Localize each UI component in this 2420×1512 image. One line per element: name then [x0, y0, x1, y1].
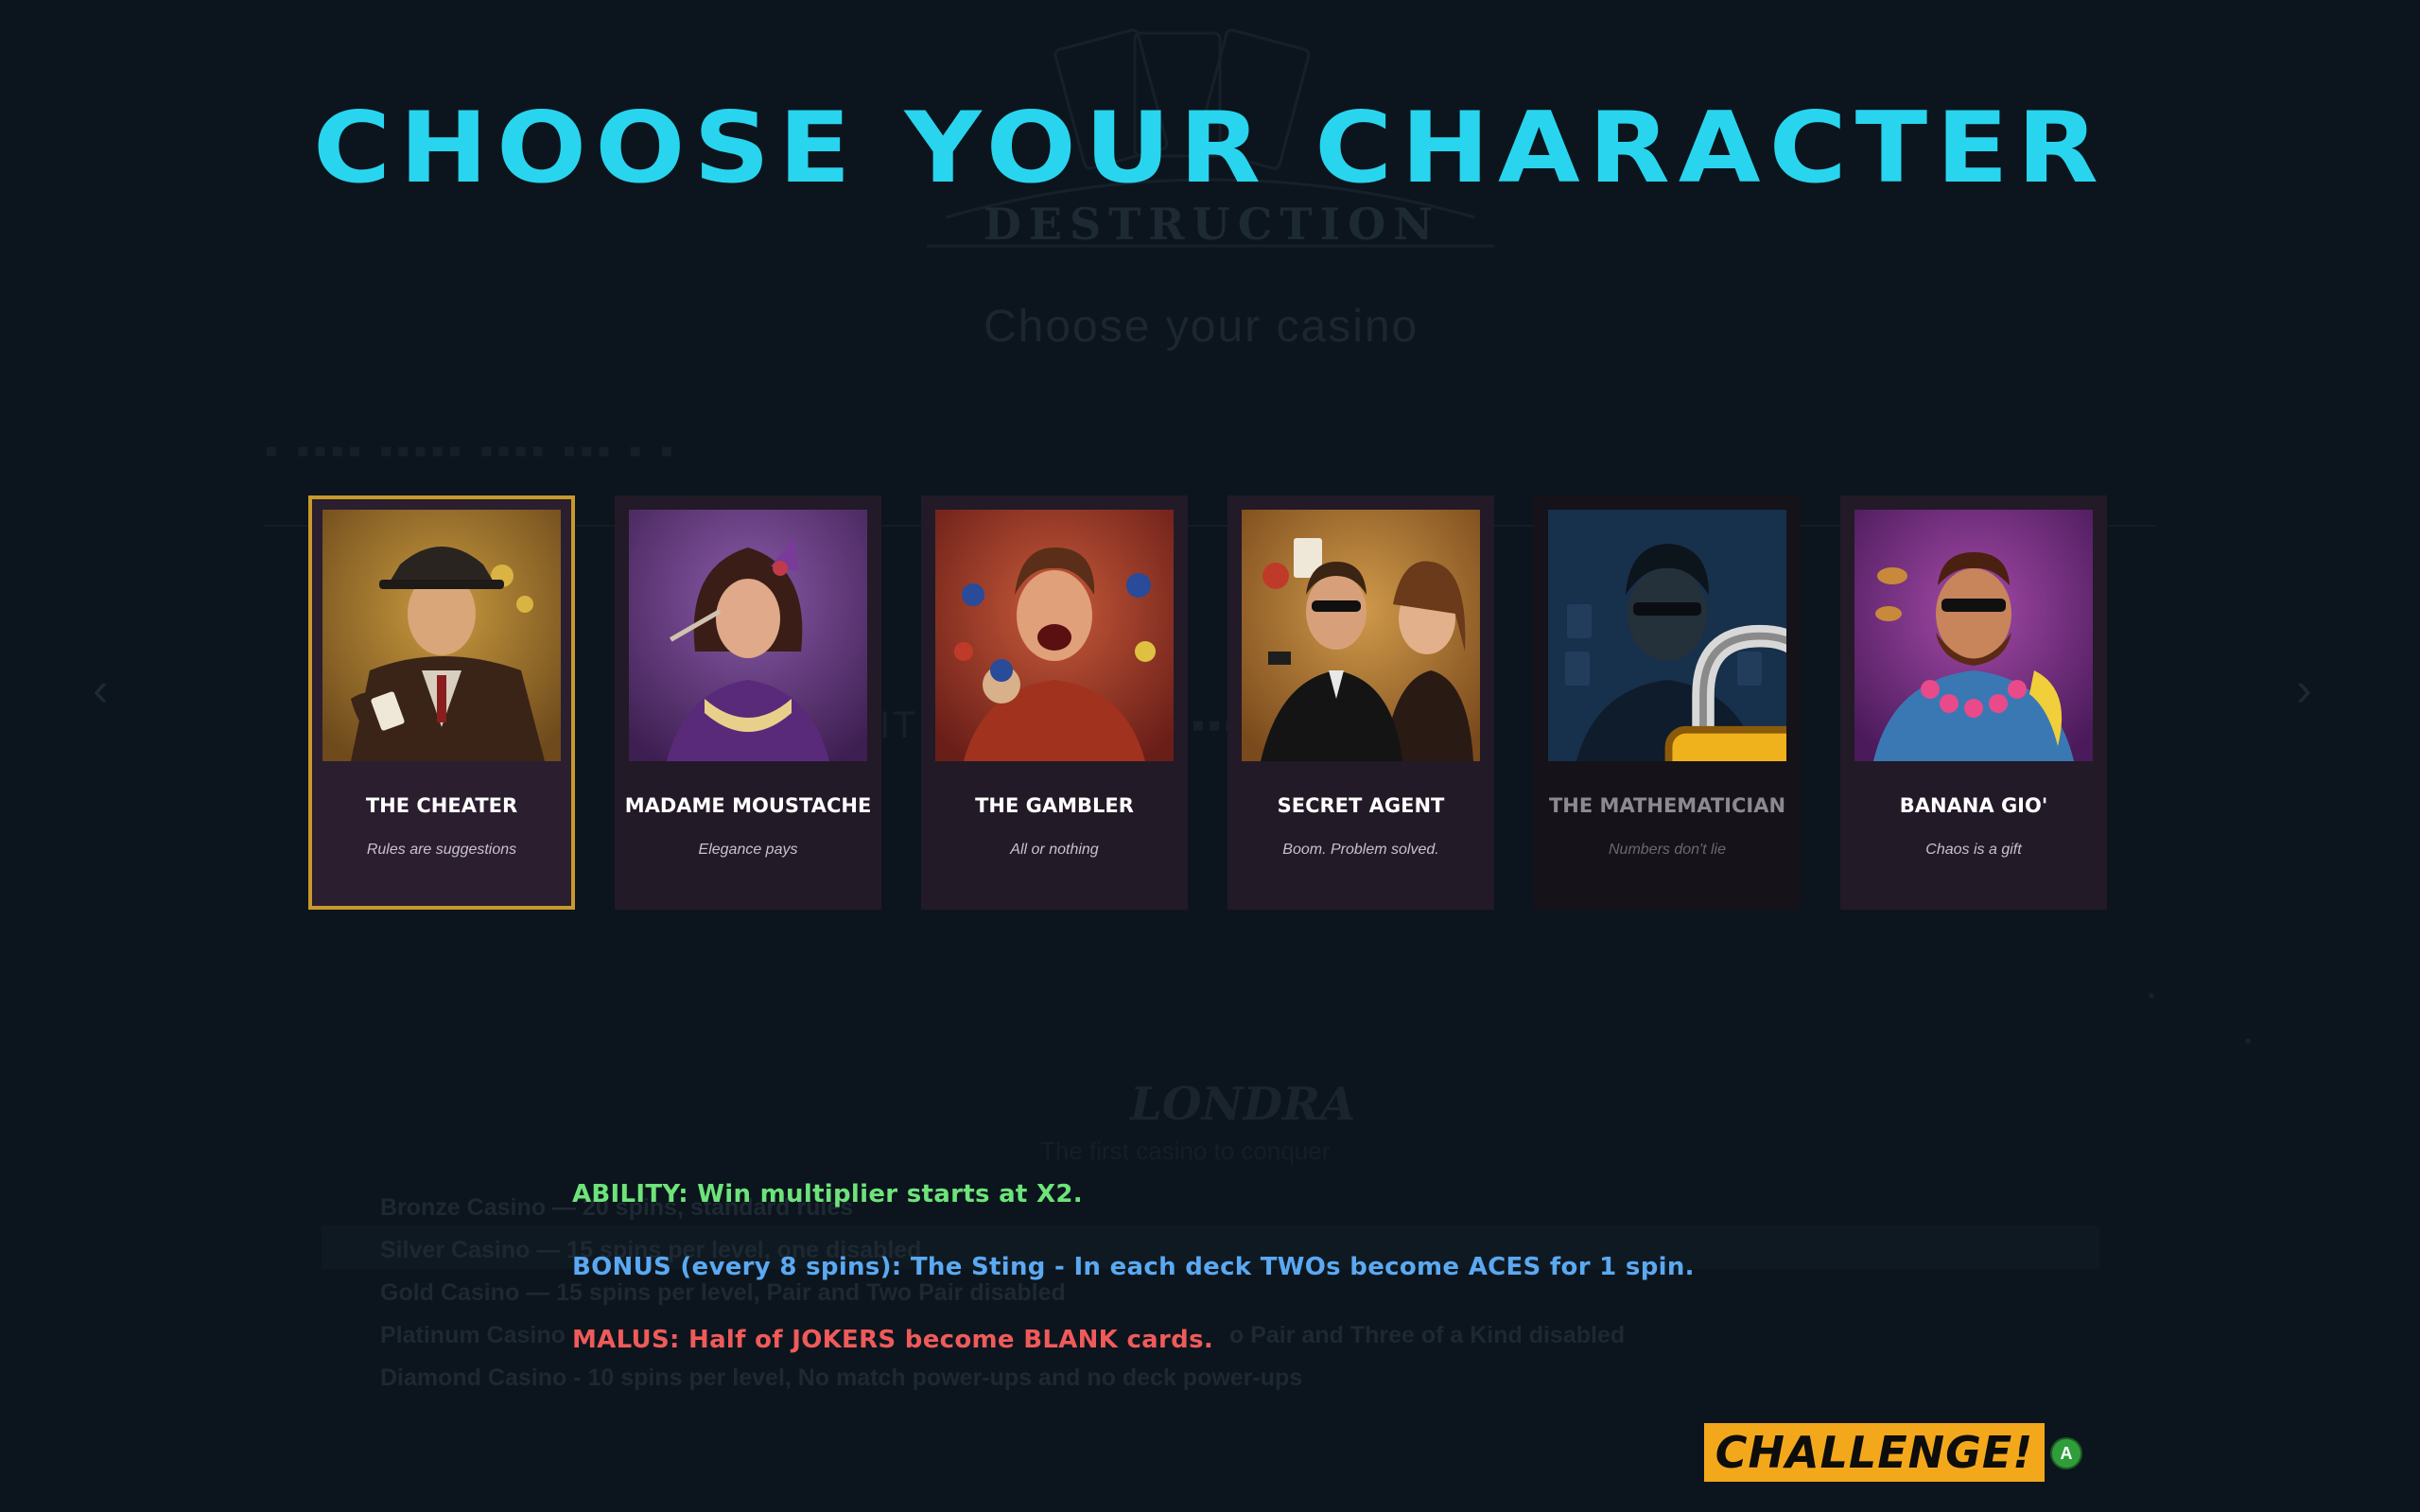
background-tier: Gold Casino — 15 spins per level, Pair a…: [380, 1279, 1066, 1306]
madame-portrait-icon: [629, 510, 867, 761]
background-dot: [2149, 993, 2154, 999]
background-tier-right: o Pair and Three of a Kind disabled: [1229, 1322, 1626, 1348]
ability-text: ABILITY: Win multiplier starts at X2.: [572, 1180, 1083, 1208]
background-subtitle: Choose your casino: [984, 302, 1419, 352]
character-name: THE CHEATER: [365, 794, 518, 817]
character-card-madame-moustache[interactable]: MADAME MOUSTACHE Elegance pays: [615, 495, 881, 910]
character-name: BANANA GIO': [1899, 794, 2048, 817]
character-portrait: [1854, 510, 2093, 761]
character-tagline: Rules are suggestions: [366, 842, 517, 858]
cheater-portrait-icon: [322, 510, 561, 761]
character-tagline: All or nothing: [1010, 842, 1099, 858]
secret-agent-portrait-icon: [1242, 510, 1480, 761]
character-name: MADAME MOUSTACHE: [624, 794, 872, 817]
gambler-portrait-icon: [935, 510, 1174, 761]
malus-text: MALUS: Half of JOKERS become BLANK cards…: [572, 1326, 1214, 1354]
character-portrait: [1548, 510, 1786, 761]
character-tagline: Numbers don't lie: [1609, 842, 1726, 858]
character-tagline: Elegance pays: [698, 842, 798, 858]
character-name: SECRET AGENT: [1277, 794, 1445, 817]
lock-icon: [1664, 624, 1786, 761]
background-tabs: ▪ ▪▪▪▪ ▪▪▪▪▪ ▪▪▪▪ ▪▪▪ ▪ ▪: [265, 430, 678, 472]
page-title: CHOOSE YOUR CHARACTER: [313, 92, 2107, 205]
character-card-banana-gio[interactable]: BANANA GIO' Chaos is a gift: [1840, 495, 2107, 910]
character-tagline: Boom. Problem solved.: [1282, 842, 1439, 858]
character-portrait: [629, 510, 867, 761]
background-logo-text: DESTRUCTION: [984, 199, 1441, 250]
character-portrait: [935, 510, 1174, 761]
character-portrait: [1242, 510, 1480, 761]
background-tier: Diamond Casino - 10 spins per level, No …: [380, 1364, 1303, 1391]
character-card-the-gambler[interactable]: THE GAMBLER All or nothing: [921, 495, 1188, 910]
background-casino-subtitle: The first casino to conquer: [1040, 1137, 1331, 1165]
banana-gio-portrait-icon: [1854, 510, 2093, 761]
background-dot: [2245, 1038, 2251, 1044]
character-tagline: Chaos is a gift: [1925, 842, 2022, 858]
character-card-the-mathematician[interactable]: THE MATHEMATICIAN Numbers don't lie: [1534, 495, 1801, 910]
challenge-button[interactable]: CHALLENGE!: [1704, 1423, 2045, 1482]
background-tier: Platinum Casino: [380, 1322, 566, 1348]
chevron-left-icon: ‹: [93, 663, 109, 716]
bonus-text: BONUS (every 8 spins): The Sting - In ea…: [572, 1253, 1695, 1281]
character-portrait: [322, 510, 561, 761]
character-list: THE CHEATER Rules are suggestions MADAME…: [308, 495, 2110, 912]
character-name: THE MATHEMATICIAN: [1548, 794, 1786, 817]
character-card-the-cheater[interactable]: THE CHEATER Rules are suggestions: [308, 495, 575, 910]
background-casino-name: LONDRA: [1130, 1078, 1356, 1131]
character-card-secret-agent[interactable]: SECRET AGENT Boom. Problem solved.: [1227, 495, 1494, 910]
a-button-icon: A: [2052, 1439, 2081, 1468]
chevron-right-icon: ›: [2296, 663, 2312, 716]
character-name: THE GAMBLER: [975, 794, 1134, 817]
